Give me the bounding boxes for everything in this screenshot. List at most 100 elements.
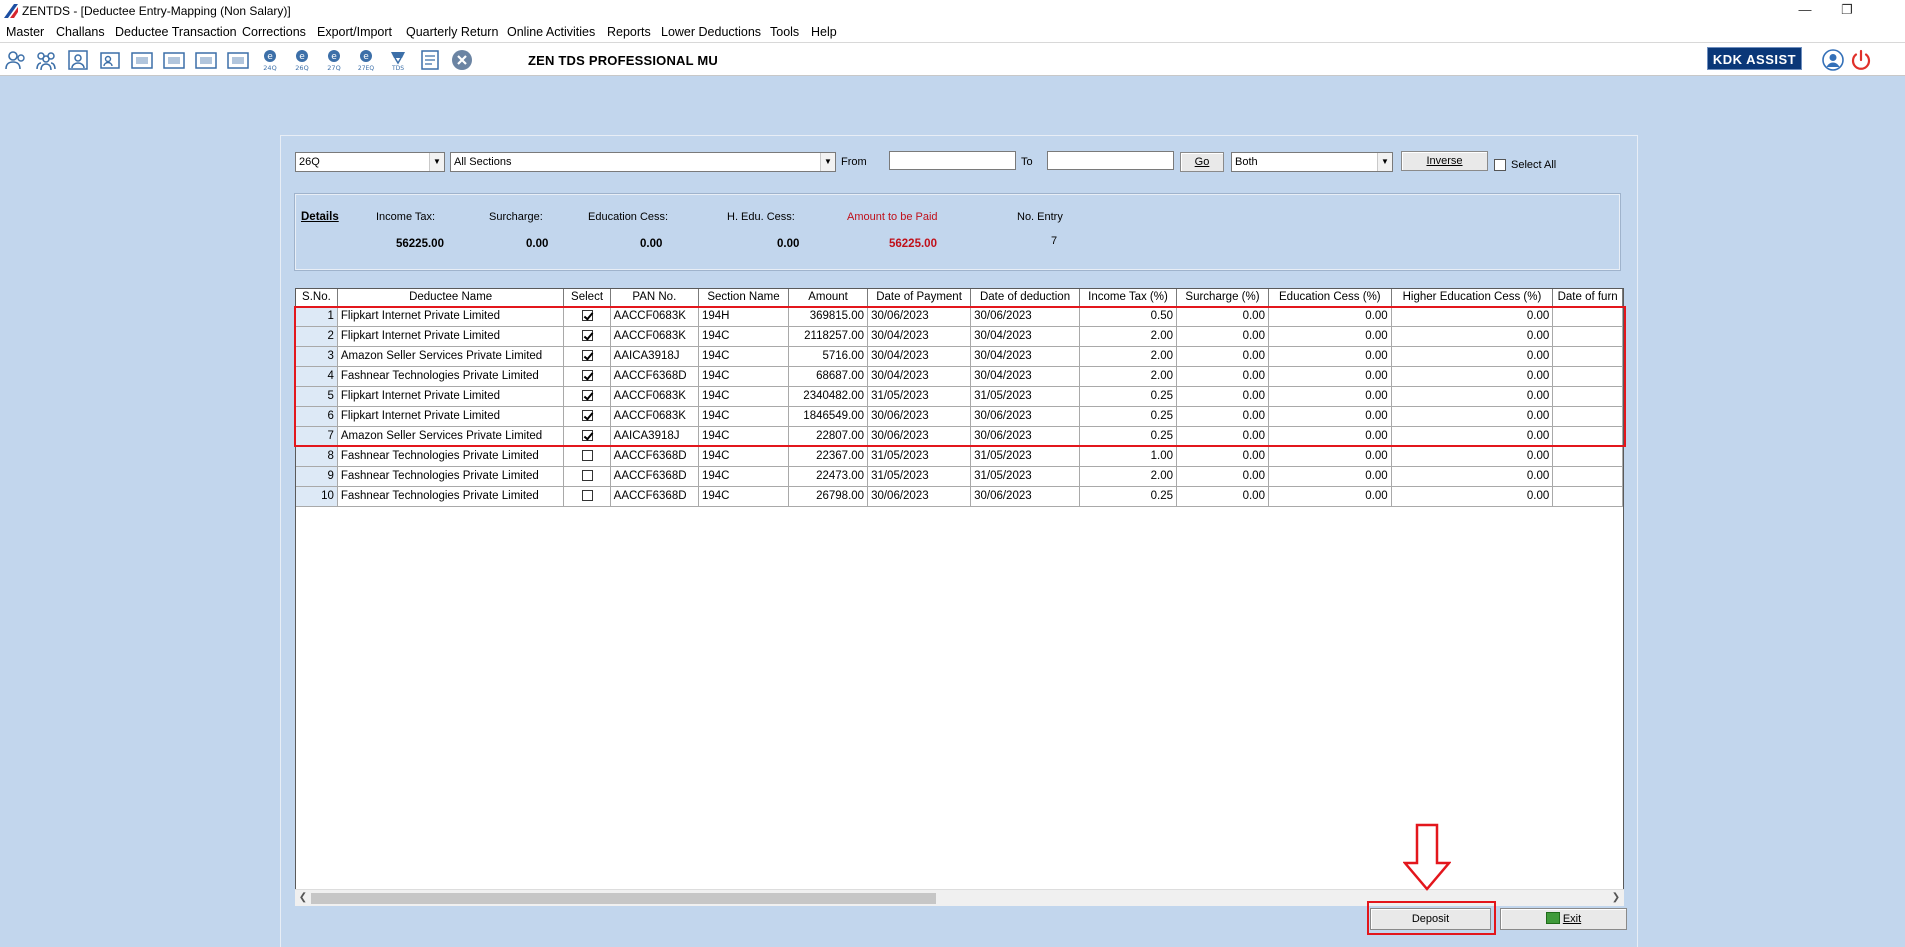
menu-corrections[interactable]: Corrections (242, 25, 306, 39)
inverse-button[interactable]: Inverse (1401, 151, 1488, 171)
cell-date-of-furnishing[interactable] (1552, 446, 1623, 467)
cell-section[interactable]: 194C (698, 466, 789, 487)
scrollbar-thumb[interactable] (311, 893, 936, 904)
tds-icon[interactable]: TDS (386, 48, 410, 72)
column-header[interactable]: PAN No. (610, 289, 699, 307)
cell-education-cess[interactable]: 0.00 (1268, 486, 1392, 507)
column-header[interactable]: Income Tax (%) (1079, 289, 1178, 307)
section-select[interactable]: All Sections ▼ (450, 152, 836, 172)
inverse-button-label: Inverse (1426, 155, 1463, 167)
to-date-input[interactable] (1047, 151, 1174, 170)
column-header[interactable]: Date of furn (1552, 289, 1623, 307)
employee-icon[interactable] (66, 48, 90, 72)
cell-deductee-name[interactable]: Fashnear Technologies Private Limited (337, 486, 565, 507)
return-27q-icon[interactable]: e 27Q (322, 48, 346, 72)
go-button[interactable]: Go (1180, 152, 1224, 172)
cell-payment-date[interactable]: 31/05/2023 (867, 466, 972, 487)
cell-deduction-date[interactable]: 31/05/2023 (970, 466, 1080, 487)
cell-income-tax[interactable]: 1.00 (1079, 446, 1178, 467)
cell-deduction-date[interactable]: 31/05/2023 (970, 446, 1080, 467)
notes-icon[interactable] (418, 48, 442, 72)
challan-3-icon[interactable] (194, 48, 218, 72)
cell-income-tax[interactable]: 0.25 (1079, 486, 1178, 507)
deductees-icon[interactable] (34, 48, 58, 72)
cell-pan[interactable]: AACCF6368D (610, 486, 699, 507)
column-header[interactable]: Select (563, 289, 611, 307)
cell-pan[interactable]: AACCF6368D (610, 446, 699, 467)
cell-section[interactable]: 194C (698, 486, 789, 507)
row-select-checkbox[interactable] (581, 450, 593, 462)
form-type-select[interactable]: 26Q ▼ (295, 152, 445, 172)
table-row[interactable]: 8 Fashnear Technologies Private Limited AA… (296, 446, 1623, 467)
cell-deduction-date[interactable]: 30/06/2023 (970, 486, 1080, 507)
cell-education-cess[interactable]: 0.00 (1268, 466, 1392, 487)
exit-button[interactable]: Exit (1500, 908, 1627, 930)
scroll-right-icon[interactable]: ❯ (1608, 890, 1624, 906)
column-header[interactable]: Higher Education Cess (%) (1391, 289, 1554, 307)
mode-select[interactable]: Both ▼ (1231, 152, 1393, 172)
column-header[interactable]: S.No. (296, 289, 338, 307)
cell-sno[interactable]: 9 (296, 466, 338, 487)
user-card-icon[interactable] (98, 48, 122, 72)
return-24q-icon[interactable]: e 24Q (258, 48, 282, 72)
scroll-left-icon[interactable]: ❮ (295, 890, 311, 906)
row-select-checkbox[interactable] (581, 490, 593, 502)
from-date-input[interactable] (889, 151, 1016, 170)
challan-2-icon[interactable] (162, 48, 186, 72)
cell-pan[interactable]: AACCF6368D (610, 466, 699, 487)
cell-surcharge[interactable]: 0.00 (1176, 466, 1269, 487)
menu-quarterly-return[interactable]: Quarterly Return (406, 25, 498, 39)
column-header[interactable]: Date of deduction (970, 289, 1080, 307)
challan-4-icon[interactable] (226, 48, 250, 72)
cell-payment-date[interactable]: 31/05/2023 (867, 446, 972, 467)
table-row[interactable]: 9 Fashnear Technologies Private Limited AA… (296, 466, 1623, 487)
table-row[interactable]: 10 Fashnear Technologies Private Limited A… (296, 486, 1623, 507)
cell-deductee-name[interactable]: Fashnear Technologies Private Limited (337, 466, 565, 487)
power-icon[interactable] (1850, 49, 1872, 71)
return-26q-icon[interactable]: e 26Q (290, 48, 314, 72)
menu-lower-deductions[interactable]: Lower Deductions (661, 25, 761, 39)
menu-tools[interactable]: Tools (770, 25, 799, 39)
cell-date-of-furnishing[interactable] (1552, 486, 1623, 507)
column-header[interactable]: Deductee Name (337, 289, 565, 307)
deductor-icon[interactable] (4, 48, 28, 72)
menu-reports[interactable]: Reports (607, 25, 651, 39)
kdk-assist-button[interactable]: KDK ASSIST (1707, 47, 1802, 70)
column-header[interactable]: Surcharge (%) (1176, 289, 1269, 307)
minimize-button[interactable]: — (1783, 0, 1827, 22)
cell-higher-education-cess[interactable]: 0.00 (1391, 446, 1554, 467)
column-header[interactable]: Education Cess (%) (1268, 289, 1392, 307)
cell-amount[interactable]: 26798.00 (788, 486, 869, 507)
select-all-checkbox[interactable] (1494, 159, 1506, 171)
menu-export-import[interactable]: Export/Import (317, 25, 392, 39)
cell-surcharge[interactable]: 0.00 (1176, 486, 1269, 507)
column-header[interactable]: Amount (788, 289, 869, 307)
menu-master[interactable]: Master (6, 25, 44, 39)
column-header[interactable]: Date of Payment (867, 289, 972, 307)
cell-surcharge[interactable]: 0.00 (1176, 446, 1269, 467)
menu-online-activities[interactable]: Online Activities (507, 25, 595, 39)
cell-deductee-name[interactable]: Fashnear Technologies Private Limited (337, 446, 565, 467)
cell-sno[interactable]: 10 (296, 486, 338, 507)
cell-sno[interactable]: 8 (296, 446, 338, 467)
cell-section[interactable]: 194C (698, 446, 789, 467)
surcharge-label: Surcharge: (489, 211, 543, 223)
cell-payment-date[interactable]: 30/06/2023 (867, 486, 972, 507)
cell-income-tax[interactable]: 2.00 (1079, 466, 1178, 487)
cell-date-of-furnishing[interactable] (1552, 466, 1623, 487)
cell-education-cess[interactable]: 0.00 (1268, 446, 1392, 467)
menu-challans[interactable]: Challans (56, 25, 105, 39)
restore-button[interactable]: ❐ (1825, 0, 1869, 22)
close-icon[interactable] (450, 48, 474, 72)
menu-deductee-transaction[interactable]: Deductee Transaction (115, 25, 237, 39)
menu-help[interactable]: Help (811, 25, 837, 39)
cell-higher-education-cess[interactable]: 0.00 (1391, 466, 1554, 487)
challan-icon[interactable] (130, 48, 154, 72)
user-profile-icon[interactable] (1822, 49, 1844, 71)
row-select-checkbox[interactable] (581, 470, 593, 482)
return-27eq-icon[interactable]: e 27EQ (354, 48, 378, 72)
cell-amount[interactable]: 22473.00 (788, 466, 869, 487)
column-header[interactable]: Section Name (698, 289, 789, 307)
cell-higher-education-cess[interactable]: 0.00 (1391, 486, 1554, 507)
cell-amount[interactable]: 22367.00 (788, 446, 869, 467)
